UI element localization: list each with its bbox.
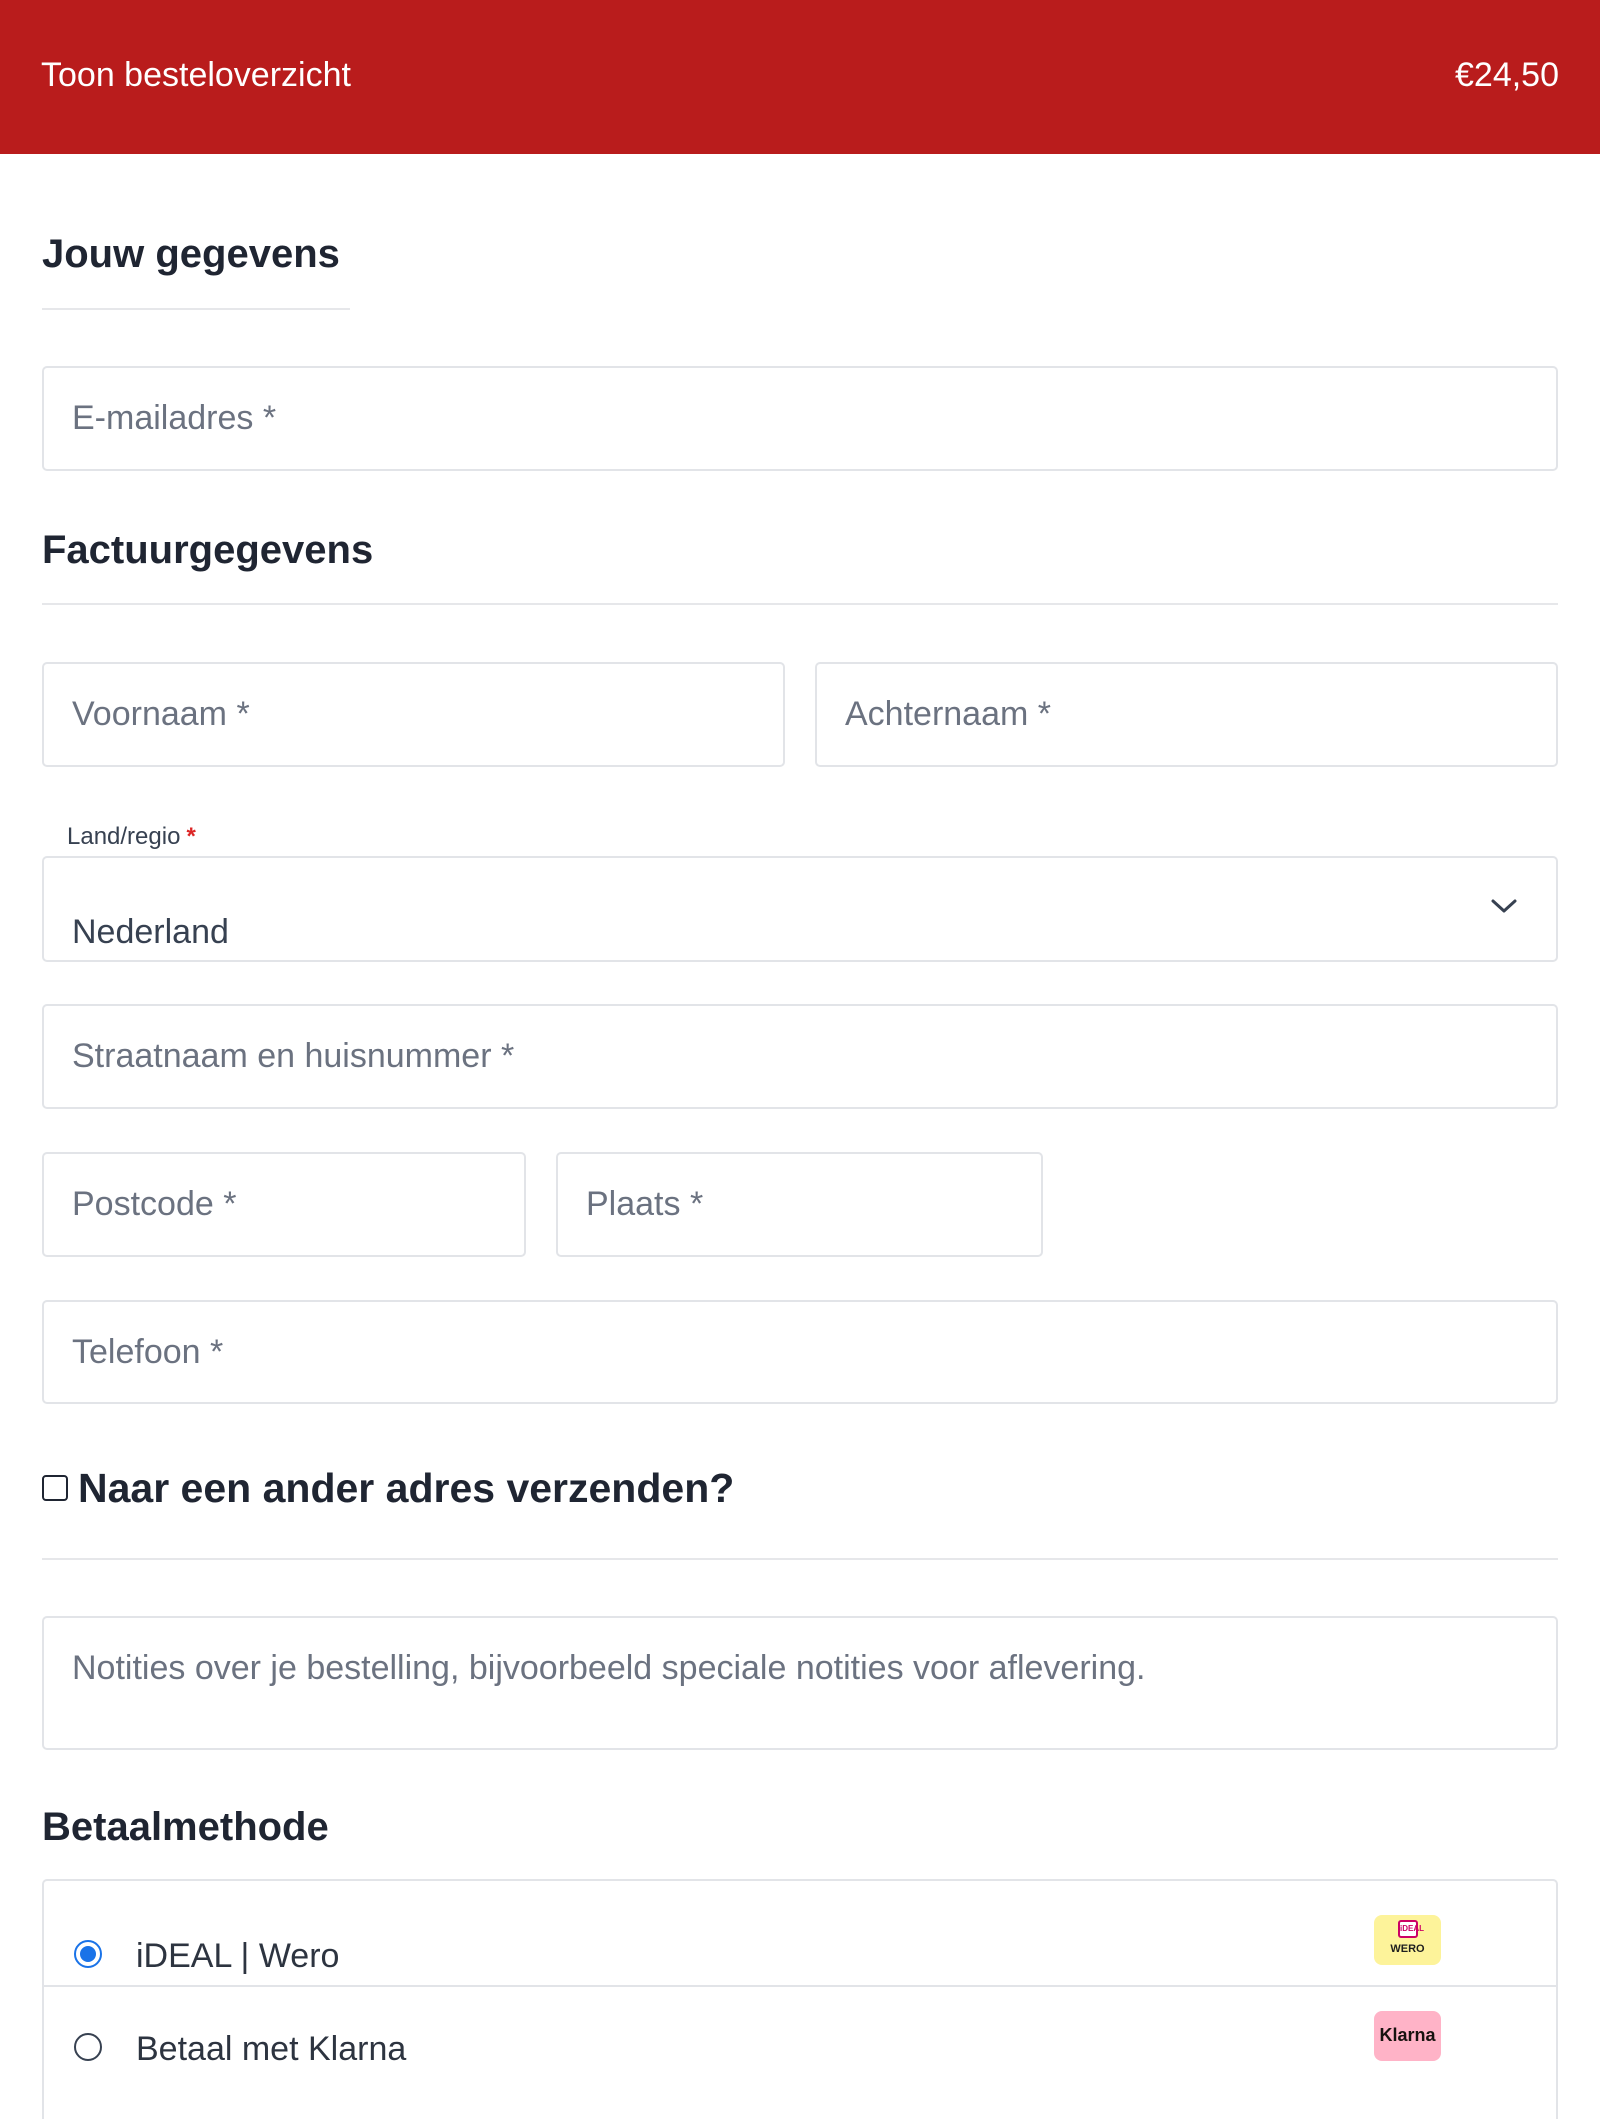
payment-method-klarna[interactable]: Betaal met Klarna Klarna	[44, 1987, 1556, 2093]
phone-field-wrapper	[42, 1300, 1558, 1404]
payment-heading: Betaalmethode	[42, 1805, 329, 1849]
postcode-field-wrapper	[42, 1152, 526, 1257]
contact-heading: Jouw gegevens	[42, 232, 340, 276]
klarna-logo-icon: Klarna	[1374, 2011, 1441, 2061]
payment-method-label: iDEAL | Wero	[136, 1937, 340, 1975]
chevron-down-icon	[1491, 899, 1517, 913]
required-asterisk: *	[186, 823, 196, 850]
contact-heading-divider	[42, 308, 350, 310]
country-select[interactable]: Nederland	[42, 856, 1558, 962]
payment-methods-list: iDEAL | Wero iDEAL WERO Betaal met Klarn…	[42, 1879, 1558, 2119]
payment-radio-selected[interactable]	[74, 1940, 102, 1968]
phone-field[interactable]	[44, 1302, 1556, 1402]
last-name-field-wrapper	[815, 662, 1558, 767]
postcode-field[interactable]	[44, 1154, 524, 1255]
ship-to-different-address[interactable]: Naar een ander adres verzenden?	[42, 1463, 734, 1513]
country-label: Land/regio *	[67, 823, 196, 851]
billing-heading-divider	[42, 603, 1558, 605]
country-select-value: Nederland	[72, 913, 229, 951]
city-field[interactable]	[558, 1154, 1041, 1255]
shipping-divider	[42, 1558, 1558, 1560]
payment-method-ideal[interactable]: iDEAL | Wero iDEAL WERO	[44, 1881, 1556, 1987]
klarna-logo-text: Klarna	[1379, 2025, 1436, 2045]
payment-radio[interactable]	[74, 2033, 102, 2061]
first-name-field[interactable]	[44, 664, 783, 765]
country-label-text: Land/regio	[67, 823, 181, 850]
billing-heading: Factuurgegevens	[42, 528, 374, 572]
ship-different-address-label: Naar een ander adres verzenden?	[78, 1464, 735, 1511]
ideal-wero-logo-icon: iDEAL WERO	[1374, 1915, 1441, 1965]
show-order-summary-toggle[interactable]: Toon besteloverzicht	[41, 56, 351, 95]
payment-method-label: Betaal met Klarna	[136, 2030, 407, 2068]
order-total: €24,50	[1455, 56, 1559, 94]
order-notes-wrapper	[42, 1616, 1558, 1750]
ideal-logo-mark: iDEAL	[1398, 1920, 1424, 1938]
street-address-field[interactable]	[44, 1006, 1556, 1107]
email-field-wrapper	[42, 366, 1558, 471]
email-field[interactable]	[44, 368, 1556, 469]
street-field-wrapper	[42, 1004, 1558, 1109]
ship-different-address-checkbox[interactable]	[42, 1475, 68, 1501]
order-notes-textarea[interactable]	[44, 1618, 1556, 1748]
order-summary-bar: Toon besteloverzicht €24,50	[0, 0, 1600, 154]
first-name-field-wrapper	[42, 662, 785, 767]
wero-logo-text: WERO	[1390, 1943, 1425, 1955]
city-field-wrapper	[556, 1152, 1043, 1257]
last-name-field[interactable]	[817, 664, 1556, 765]
